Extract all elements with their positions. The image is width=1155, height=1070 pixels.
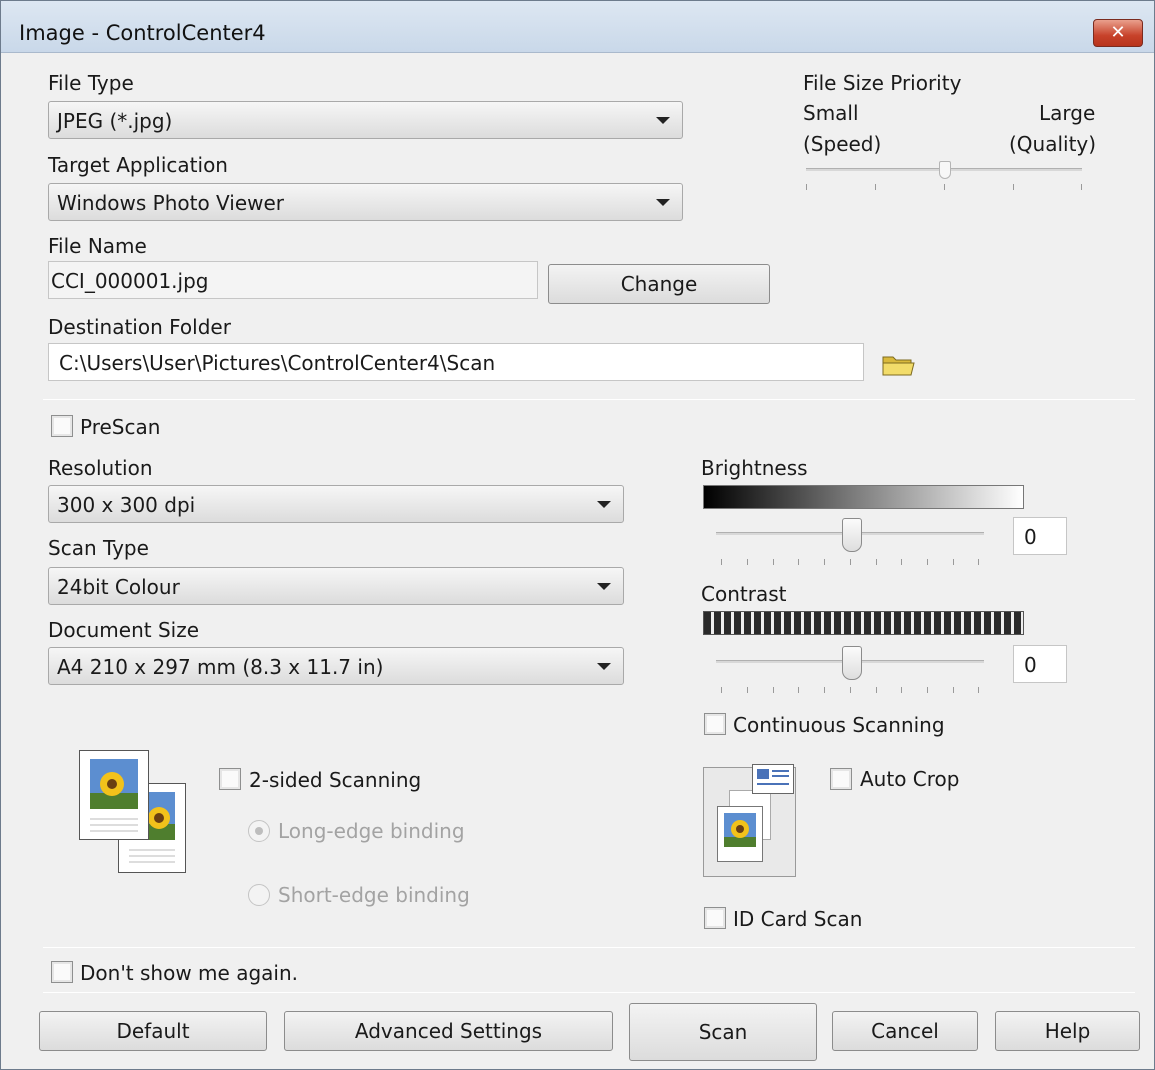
file-type-value: JPEG (*.jpg) [57,109,173,133]
document-size-label: Document Size [48,618,200,642]
file-size-slider-ticks [806,184,1082,190]
window-title: Image - ControlCenter4 [19,21,266,45]
destination-folder-value: C:\Users\User\Pictures\ControlCenter4\Sc… [59,351,496,375]
contrast-value: 0 [1024,653,1037,677]
long-edge-binding-radio[interactable] [248,820,270,842]
chevron-down-icon [597,583,611,590]
resolution-value: 300 x 300 dpi [57,493,196,517]
file-size-quality-label: (Quality) [1009,132,1097,156]
advanced-settings-button[interactable]: Advanced Settings [284,1011,613,1051]
cancel-button[interactable]: Cancel [832,1011,978,1051]
file-size-small-label: Small [803,101,859,125]
separator [43,947,1135,948]
brightness-value: 0 [1024,525,1037,549]
brightness-label: Brightness [701,456,808,480]
long-edge-binding-label: Long-edge binding [278,819,465,843]
change-button[interactable]: Change [548,264,770,304]
file-size-large-label: Large [1039,101,1096,125]
target-application-value: Windows Photo Viewer [57,191,285,215]
contrast-stripe-bar [703,611,1024,635]
destination-folder-input[interactable]: C:\Users\User\Pictures\ControlCenter4\Sc… [48,343,864,381]
document-size-value: A4 210 x 297 mm (8.3 x 11.7 in) [57,655,384,679]
file-type-label: File Type [48,71,134,95]
dialog-window: Image - ControlCenter4 ✕ File Type JPEG … [0,0,1155,1070]
brightness-slider-ticks [721,559,979,565]
folder-icon[interactable] [881,351,917,379]
chevron-down-icon [597,663,611,670]
two-sided-scanning-checkbox[interactable] [219,768,241,790]
title-bar[interactable]: Image - ControlCenter4 ✕ [1,1,1154,53]
brightness-slider-thumb[interactable] [842,518,862,552]
default-button[interactable]: Default [39,1011,267,1051]
chevron-down-icon [656,199,670,206]
file-type-select[interactable]: JPEG (*.jpg) [48,101,683,139]
prescan-checkbox[interactable] [51,415,73,437]
destination-folder-label: Destination Folder [48,315,231,339]
scan-button[interactable]: Scan [629,1003,817,1061]
chevron-down-icon [597,501,611,508]
resolution-label: Resolution [48,456,153,480]
auto-crop-icon [703,764,796,877]
separator [43,992,1135,993]
scan-type-label: Scan Type [48,536,149,560]
document-size-select[interactable]: A4 210 x 297 mm (8.3 x 11.7 in) [48,647,624,685]
contrast-slider-thumb[interactable] [842,646,862,680]
front-page-icon [79,750,149,840]
dont-show-again-checkbox[interactable] [51,961,73,983]
file-name-field: CCI_000001.jpg [48,261,538,299]
brightness-value-input[interactable]: 0 [1013,517,1067,555]
contrast-slider-ticks [721,687,979,693]
help-button[interactable]: Help [995,1011,1140,1051]
file-size-speed-label: (Speed) [803,132,882,156]
contrast-value-input[interactable]: 0 [1013,645,1067,683]
prescan-label: PreScan [80,415,161,439]
target-application-label: Target Application [48,153,228,177]
id-card-scan-label: ID Card Scan [733,907,863,931]
resolution-select[interactable]: 300 x 300 dpi [48,485,624,523]
short-edge-binding-radio[interactable] [248,884,270,906]
auto-crop-checkbox[interactable] [830,768,852,790]
target-application-select[interactable]: Windows Photo Viewer [48,183,683,221]
file-size-priority-label: File Size Priority [803,71,962,95]
file-name-label: File Name [48,234,147,258]
separator [43,399,1135,400]
contrast-label: Contrast [701,582,787,606]
two-sided-scanning-label: 2-sided Scanning [249,768,422,792]
short-edge-binding-label: Short-edge binding [278,883,470,907]
brightness-gradient-bar [703,485,1024,509]
scan-type-select[interactable]: 24bit Colour [48,567,624,605]
dont-show-again-label: Don't show me again. [80,961,298,985]
id-card-scan-checkbox[interactable] [704,907,726,929]
chevron-down-icon [656,117,670,124]
close-button[interactable]: ✕ [1093,19,1143,47]
auto-crop-label: Auto Crop [860,767,960,791]
continuous-scanning-checkbox[interactable] [704,713,726,735]
file-size-slider-thumb[interactable] [939,161,951,179]
scan-type-value: 24bit Colour [57,575,180,599]
file-name-value: CCI_000001.jpg [51,269,209,293]
continuous-scanning-label: Continuous Scanning [733,713,945,737]
